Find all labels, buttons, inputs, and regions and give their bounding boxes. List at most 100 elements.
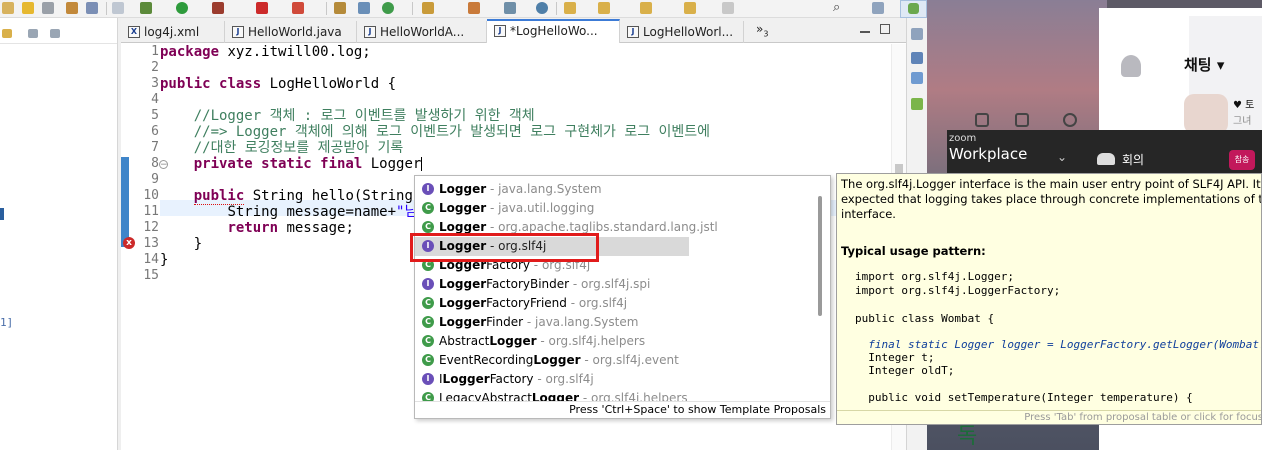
code-text: String hello(String n	[244, 188, 430, 204]
tab-helloworld-java[interactable]: J HelloWorld.java	[225, 21, 357, 43]
line-number: 15	[143, 268, 159, 283]
proposal-package: - org.slf4j	[566, 296, 628, 310]
new-java-project-icon[interactable]	[334, 2, 346, 14]
forward-icon[interactable]	[722, 2, 734, 14]
server-icon[interactable]	[292, 2, 304, 14]
restore-view-icon[interactable]	[911, 28, 923, 40]
tree-item-fragment[interactable]: 1]	[0, 316, 13, 329]
proposal-prefix: Abstract	[439, 334, 490, 348]
proposal-item[interactable]: C AbstractLogger - org.slf4j.helpers	[415, 332, 815, 351]
proposal-scrollbar[interactable]	[818, 196, 822, 316]
new-package-icon[interactable]	[358, 2, 370, 14]
zoom-logo: zoom	[949, 133, 977, 144]
proposal-package: - org.apache.taglibs.standard.lang.jstl	[486, 220, 718, 234]
tab-helloworlda[interactable]: J HelloWorldA...	[357, 21, 487, 43]
proposal-match: Logger	[439, 296, 487, 310]
maximize-icon[interactable]	[880, 24, 890, 34]
perspective-icon	[908, 3, 919, 14]
proposal-item[interactable]: I ILoggerFactory - org.slf4j	[415, 370, 815, 389]
proposal-item[interactable]: C LegacyAbstractLogger - org.slf4j.helpe…	[415, 389, 815, 401]
code-line-14: }	[160, 252, 169, 268]
code-line-3: public class LogHelloWorld {	[160, 76, 396, 92]
meeting-icon	[1097, 153, 1115, 165]
outline-view-icon[interactable]	[911, 52, 923, 64]
open-task-icon[interactable]	[468, 2, 480, 14]
chat-title[interactable]: 채팅 ▾	[1184, 54, 1224, 75]
occurrence-marker	[121, 157, 129, 247]
code-line-13: }	[160, 236, 203, 252]
word-wrap-icon[interactable]	[86, 2, 98, 14]
proposal-item[interactable]: C EventRecordingLogger - org.slf4j.event	[415, 351, 815, 370]
external-tools-icon[interactable]	[212, 2, 224, 14]
interface-icon: I	[422, 373, 434, 385]
keyword: private static final	[193, 156, 363, 172]
proposal-label: LoggerFactoryFriend - org.slf4j	[439, 294, 627, 313]
line-number: 13	[143, 236, 159, 251]
search-web-icon[interactable]	[504, 2, 516, 14]
run-icon[interactable]	[176, 2, 188, 14]
tab-loghelloworld-active[interactable]: J *LogHelloWo...	[487, 19, 620, 43]
collapse-all-icon[interactable]	[28, 29, 38, 38]
proposal-label: EventRecordingLogger - org.slf4j.event	[439, 351, 679, 370]
last-edit-icon[interactable]	[640, 2, 652, 14]
meeting-tab[interactable]: 회의	[1122, 151, 1144, 168]
crop-icon[interactable]	[975, 113, 989, 127]
line-number: 4	[151, 92, 159, 107]
hierarchy-view-icon[interactable]	[911, 72, 923, 84]
proposal-match: Logger	[442, 372, 490, 386]
code-line-12: return message;	[160, 220, 354, 236]
line-number: 11	[143, 204, 159, 219]
comment-line: //=> Logger 객체에 의해 로그 이벤트가 발생되면 로그 구현체가 …	[160, 124, 711, 140]
proposal-item[interactable]: I LoggerFactoryBinder - org.slf4j.spi	[415, 275, 815, 294]
javadoc-popup[interactable]: The org.slf4j.Logger interface is the ma…	[836, 173, 1262, 425]
proposal-package: - java.lang.System	[523, 315, 639, 329]
chevron-down-icon[interactable]: ⌄	[1057, 150, 1067, 164]
debug-icon[interactable]	[140, 2, 152, 14]
minimize-icon[interactable]	[860, 31, 870, 33]
prev-annotation-icon[interactable]	[598, 2, 610, 14]
pilcrow-icon[interactable]	[112, 2, 124, 14]
proposal-package: - java.lang.System	[486, 182, 602, 196]
globe-icon[interactable]	[536, 2, 548, 14]
block-select-icon[interactable]	[66, 2, 78, 14]
new-class-icon[interactable]	[382, 2, 394, 14]
tab-log4j-xml[interactable]: X log4j.xml	[121, 21, 225, 43]
java-ee-perspective-button[interactable]	[900, 0, 927, 18]
proposal-item[interactable]: I Logger - java.lang.System	[415, 180, 815, 199]
next-annotation-icon[interactable]	[564, 2, 576, 14]
profile-badge[interactable]: 참송	[1229, 150, 1255, 170]
code-text: message;	[278, 220, 354, 236]
capture-icon[interactable]	[1015, 113, 1029, 127]
spring-view-icon[interactable]	[911, 98, 923, 110]
comment-line: //Logger 객체 : 로그 이벤트를 발생하기 위한 객체	[160, 108, 535, 124]
overflow-count: 3	[763, 29, 769, 39]
code-text: Logger	[362, 156, 422, 172]
open-perspective-icon[interactable]	[872, 2, 884, 14]
user-icon[interactable]	[1121, 55, 1141, 77]
proposal-item[interactable]: C Logger - java.util.logging	[415, 199, 815, 218]
show-whitespace-icon[interactable]	[42, 2, 54, 14]
open-type-icon[interactable]	[422, 2, 434, 14]
tabs-overflow-button[interactable]: »3	[756, 22, 768, 38]
proposal-suffix: Finder	[486, 315, 524, 329]
keyword: return	[227, 220, 279, 236]
proposal-item[interactable]: C LoggerFactoryFriend - org.slf4j	[415, 294, 815, 313]
undo-icon[interactable]	[1063, 113, 1077, 127]
tab-label: *LogHelloWo...	[510, 24, 598, 38]
code-line-1: package xyz.itwill00.log;	[160, 44, 371, 60]
avatar[interactable]	[1184, 94, 1228, 134]
tab-loghelloworld2[interactable]: J LogHelloWorl...	[620, 21, 744, 43]
view-menu-icon[interactable]	[50, 29, 60, 38]
code-text: LogHelloWorld {	[261, 76, 397, 92]
back-icon[interactable]	[684, 2, 696, 14]
search-icon[interactable]: ⌕	[833, 1, 847, 15]
link-editor-icon[interactable]	[2, 29, 12, 38]
javadoc-status-bar: Press 'Tab' from proposal table or click…	[837, 410, 1261, 424]
highlight-icon[interactable]	[22, 2, 34, 14]
error-icon[interactable]: x	[123, 237, 135, 249]
toggle-icon[interactable]	[2, 2, 14, 14]
class-icon: C	[422, 221, 434, 233]
proposal-item[interactable]: C LoggerFinder - java.lang.System	[415, 313, 815, 332]
stop-server-icon[interactable]	[256, 2, 268, 14]
